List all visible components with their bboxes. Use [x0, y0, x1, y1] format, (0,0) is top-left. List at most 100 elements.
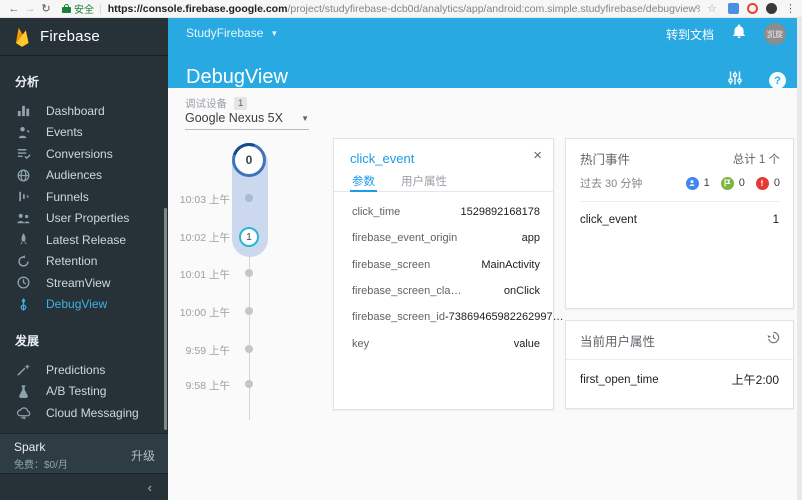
- sidebar-item-label: Events: [46, 125, 83, 139]
- sidebar-item-funnels[interactable]: Funnels: [0, 186, 168, 208]
- events-count-icon: [686, 177, 699, 190]
- top-events-period: 过去 30 分钟: [580, 175, 642, 191]
- debug-device-label: 调试设备: [185, 96, 227, 111]
- close-icon[interactable]: ×: [533, 147, 542, 164]
- sidebar-item-dashboard[interactable]: Dashboard: [0, 100, 168, 122]
- sidebar-item-label: Latest Release: [46, 233, 126, 247]
- sidebar-item-label: Funnels: [46, 190, 89, 204]
- grow-nav-list: Predictions A/B Testing Cloud Messaging: [0, 359, 168, 424]
- event-detail-card: click_event × 参数 用户属性 click_time 1529892…: [333, 138, 554, 410]
- sidebar-item-debugview[interactable]: DebugView: [0, 294, 168, 316]
- browser-menu-icon[interactable]: ⋮: [785, 2, 796, 15]
- sidebar-item-events[interactable]: Events: [0, 122, 168, 144]
- sidebar-item-label: Cloud Messaging: [46, 406, 139, 420]
- tab-params[interactable]: 参数: [350, 173, 377, 192]
- conversions-flag-icon: [721, 177, 734, 190]
- debug-device-count-badge: 1: [234, 97, 247, 110]
- conversions-count-group: 0: [721, 177, 745, 190]
- user-properties-card: 当前用户属性 first_open_time 上午2:00: [565, 320, 794, 409]
- errors-alert-icon: [756, 177, 769, 190]
- sidebar-item-user-properties[interactable]: User Properties: [0, 208, 168, 230]
- section-grow-label: 发展: [0, 331, 168, 351]
- header-actions: 转到文档 凯旋: [666, 23, 786, 45]
- latest-release-rocket-icon: [15, 232, 31, 248]
- project-selector[interactable]: StudyFirebase ▼: [186, 26, 278, 40]
- param-key: firebase_screen: [352, 259, 430, 271]
- extension-dark-icon[interactable]: [766, 3, 777, 14]
- upgrade-button[interactable]: 升级: [131, 447, 155, 464]
- param-key: key: [352, 338, 369, 350]
- sidebar: Firebase 分析 Dashboard Events Conversions…: [0, 18, 168, 500]
- param-row: firebase_event_origin app: [334, 225, 553, 251]
- audiences-globe-icon: [15, 167, 31, 183]
- timeline-time: 10:03 上午: [178, 192, 230, 207]
- sidebar-item-audiences[interactable]: Audiences: [0, 165, 168, 187]
- streamview-clock-icon: [15, 275, 31, 291]
- sidebar-item-label: Predictions: [46, 363, 105, 377]
- timeline-time: 9:58 上午: [178, 378, 230, 393]
- extension-ring-icon[interactable]: [747, 3, 758, 14]
- events-icon: [15, 124, 31, 140]
- debugview-content: 调试设备 1 Google Nexus 5X ▼ 10:03 上午 10:02 …: [168, 88, 802, 500]
- param-value: app: [522, 232, 540, 244]
- browser-back-button[interactable]: ←: [6, 3, 22, 15]
- timeline-dot[interactable]: [245, 194, 253, 202]
- extension-translate-icon[interactable]: [728, 3, 739, 14]
- sidebar-item-conversions[interactable]: Conversions: [0, 143, 168, 165]
- section-analytics-label: 分析: [0, 72, 168, 92]
- history-clock-icon[interactable]: [766, 330, 781, 350]
- timeline-dot[interactable]: [245, 345, 253, 353]
- cloud-messaging-icon: [15, 405, 31, 421]
- sidebar-item-ab-testing[interactable]: A/B Testing: [0, 381, 168, 403]
- sidebar-item-streamview[interactable]: StreamView: [0, 272, 168, 294]
- tab-user-properties[interactable]: 用户属性: [399, 173, 449, 192]
- help-icon[interactable]: ?: [769, 72, 786, 89]
- top-event-count: 1: [773, 214, 779, 226]
- go-to-docs-link[interactable]: 转到文档: [666, 26, 714, 43]
- browser-refresh-button[interactable]: ↻: [38, 2, 54, 15]
- debug-device-label-row: 调试设备 1: [185, 96, 247, 111]
- timeline-dot[interactable]: [245, 307, 253, 315]
- sidebar-item-label: Conversions: [46, 147, 113, 161]
- timeline-time: 10:02 上午: [178, 230, 230, 245]
- timeline-summary-bubble[interactable]: 0: [232, 143, 266, 177]
- sidebar-scrollbar[interactable]: [164, 208, 167, 430]
- ab-testing-flask-icon: [15, 383, 31, 399]
- sidebar-item-cloud-messaging[interactable]: Cloud Messaging: [0, 402, 168, 424]
- sidebar-item-predictions[interactable]: Predictions: [0, 359, 168, 381]
- address-bar[interactable]: https://console.firebase.google.com/proj…: [108, 3, 700, 15]
- page-header: StudyFirebase ▼ 转到文档 凯旋 DebugView ?: [168, 18, 802, 88]
- sidebar-item-label: StreamView: [46, 276, 110, 290]
- timeline-dot[interactable]: [245, 269, 253, 277]
- page-scrollbar[interactable]: [797, 18, 802, 500]
- browser-forward-button[interactable]: →: [22, 3, 38, 15]
- collapse-sidebar-icon[interactable]: ‹: [148, 480, 152, 495]
- dashboard-icon: [15, 103, 31, 119]
- debugview-icon: [15, 296, 31, 312]
- bookmark-star-icon[interactable]: ☆: [707, 2, 717, 15]
- timeline-time: 9:59 上午: [178, 343, 230, 358]
- events-count-value: 1: [704, 177, 710, 189]
- timeline-minute-bubble[interactable]: 1: [239, 227, 259, 247]
- event-card-tabs: 参数 用户属性: [334, 173, 553, 192]
- sidebar-item-latest-release[interactable]: Latest Release: [0, 229, 168, 251]
- notifications-bell-icon[interactable]: [732, 24, 746, 44]
- main-area: StudyFirebase ▼ 转到文档 凯旋 DebugView ?: [168, 18, 802, 500]
- user-properties-title: 当前用户属性: [580, 331, 655, 350]
- sidebar-item-label: Retention: [46, 254, 97, 268]
- user-property-row[interactable]: first_open_time 上午2:00: [566, 360, 793, 388]
- firebase-logo-row[interactable]: Firebase: [0, 18, 168, 56]
- avatar[interactable]: 凯旋: [764, 23, 786, 45]
- top-event-row[interactable]: click_event 1: [566, 202, 793, 226]
- param-value: onClick: [504, 285, 540, 297]
- url-path: /project/studyfirebase-dcb0d/analytics/a…: [287, 3, 700, 15]
- conversions-count-value: 0: [739, 177, 745, 189]
- browser-toolbar: ← → ↻ 安全 | https://console.firebase.goog…: [0, 0, 802, 18]
- chevron-down-icon: ▼: [301, 114, 309, 123]
- param-key: firebase_screen_id: [352, 311, 445, 323]
- device-dropdown-value: Google Nexus 5X: [185, 111, 283, 125]
- device-dropdown[interactable]: Google Nexus 5X ▼: [185, 111, 309, 130]
- sidebar-item-retention[interactable]: Retention: [0, 251, 168, 273]
- timeline-dot[interactable]: [245, 380, 253, 388]
- secure-label: 安全: [74, 1, 94, 16]
